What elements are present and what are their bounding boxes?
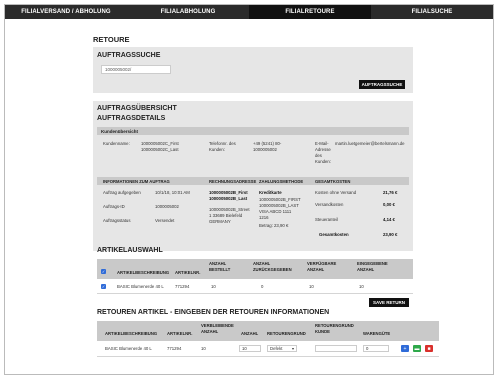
order-search-input[interactable]: 1000005002/ bbox=[101, 65, 171, 74]
trash-icon: ■ bbox=[427, 345, 431, 352]
delete-button[interactable]: ■ bbox=[425, 345, 433, 352]
add-button[interactable]: + bbox=[401, 345, 409, 352]
return-nr: 771294 bbox=[167, 346, 182, 351]
article-row-checkbox[interactable]: ✓ bbox=[101, 284, 106, 289]
return-col-reason: RETOURENGRUND bbox=[267, 331, 306, 336]
return-col-remaining: VERBLEIBENDE ANZAHL bbox=[201, 323, 234, 334]
customer-email-value: martin.luetgemeier@bertelsmann.de bbox=[335, 141, 405, 146]
cost-label-tax: Steueranteil bbox=[315, 217, 338, 222]
customer-name-label: Kundenname: bbox=[103, 141, 130, 146]
cost-label-total: Gesamtkosten bbox=[319, 232, 349, 237]
return-qty-input[interactable]: 10 bbox=[239, 345, 261, 352]
order-status-value: Versendet bbox=[155, 218, 175, 223]
order-status-label: Auftragsstatus bbox=[103, 218, 131, 223]
app-window: FILIALVERSAND / ABHOLUNG FILIALABHOLUNG … bbox=[4, 4, 494, 375]
billing-country: GERMANY bbox=[209, 219, 231, 224]
article-col-description: ARTIKELBESCHREIBUNG bbox=[117, 270, 170, 275]
cost-value-shipping: 0,00 € bbox=[383, 202, 395, 207]
return-desc: BASIC Blumenerde 40 L bbox=[105, 346, 152, 351]
save-return-button[interactable]: SAVE RETURN bbox=[369, 298, 409, 307]
tab-filialversand[interactable]: FILIALVERSAND / ABHOLUNG bbox=[5, 5, 127, 19]
row-divider bbox=[97, 293, 413, 294]
search-heading: AUFTRAGSSUCHE bbox=[97, 52, 161, 59]
customer-phone-label-2: Kunden: bbox=[209, 147, 226, 152]
payment-method: Kreditkarte bbox=[259, 190, 282, 195]
order-placed-value: 10/1/18, 10:01 AM bbox=[155, 190, 190, 195]
customer-reason-input[interactable] bbox=[315, 345, 357, 352]
return-remaining: 10 bbox=[201, 346, 206, 351]
order-search-button[interactable]: AUFTRAGSSUCHE bbox=[359, 80, 405, 89]
article-col-nr: ARTIKELNR. bbox=[175, 270, 201, 275]
page-title: RETOURE bbox=[93, 35, 130, 44]
article-col-entered: EINGEGEBENE ANZAHL bbox=[357, 261, 388, 272]
return-articles-heading: RETOUREN ARTIKEL - EINGEBEN DER RETOUREN… bbox=[97, 309, 330, 316]
return-reason-select[interactable]: Defekt ▾ bbox=[267, 345, 297, 352]
tab-filialabholung[interactable]: FILIALABHOLUNG bbox=[127, 5, 249, 19]
article-col-returned: ANZAHL ZURÜCKGEGEBEN bbox=[253, 261, 292, 272]
quality-input[interactable]: 0 bbox=[363, 345, 389, 352]
customer-overview-bar: Kundenübersicht bbox=[97, 127, 409, 135]
payment-amount: Betrag: 23,90 € bbox=[259, 223, 289, 228]
order-overview-panel: AUFTRAGSÜBERSICHT AUFTRAGSDETAILS Kunden… bbox=[93, 101, 413, 251]
cost-label-subtotal: Kosten ohne Versand bbox=[315, 190, 357, 195]
return-col-description: ARTIKELBESCHREIBUNG bbox=[105, 331, 158, 336]
article-returned: 0 bbox=[261, 284, 264, 289]
customer-email-label-4: Kunden: bbox=[315, 159, 332, 164]
billing-name-last: 1000005002B_Last bbox=[209, 196, 248, 201]
plus-icon: + bbox=[403, 345, 407, 352]
total-cost-header: GESAMTKOSTEN bbox=[315, 178, 351, 184]
article-available: 10 bbox=[309, 284, 314, 289]
overview-heading: AUFTRAGSÜBERSICHT bbox=[97, 105, 177, 112]
article-ordered: 10 bbox=[211, 284, 216, 289]
payment-method-header: ZAHLUNGSMETHODE bbox=[259, 178, 304, 184]
order-placed-label: Auftrag aufgegeben bbox=[103, 190, 141, 195]
return-col-customer-reason: RETOURENGRUND KUNDE bbox=[315, 323, 354, 334]
payment-card-2: 1216 bbox=[259, 215, 269, 220]
customer-phone-value-2: 1000005002 bbox=[253, 147, 277, 152]
search-panel: AUFTRAGSSUCHE 1000005002/ AUFTRAGSSUCHE bbox=[93, 47, 413, 93]
row-divider bbox=[97, 356, 439, 357]
cost-label-shipping: Versandkosten bbox=[315, 202, 344, 207]
order-details-heading: AUFTRAGSDETAILS bbox=[97, 115, 166, 122]
order-info-header-title: INFORMATIONEN ZUM AUFTRAG bbox=[103, 178, 170, 184]
tab-filialretoure[interactable]: FILIALRETOURE bbox=[249, 5, 371, 19]
order-id-label: Auftrags-ID bbox=[103, 204, 125, 209]
select-all-checkbox[interactable]: ✓ bbox=[101, 269, 106, 274]
return-reason-value: Defekt bbox=[270, 346, 283, 351]
cost-value-total: 23,90 € bbox=[383, 232, 398, 237]
customer-name-last: 1000005002C_Last bbox=[141, 147, 179, 152]
comment-button[interactable]: ▬ bbox=[413, 345, 421, 352]
tab-filialsuche[interactable]: FILIALSUCHE bbox=[371, 5, 493, 19]
article-desc: BASIC Blumenerde 40 L bbox=[117, 284, 164, 289]
comment-icon: ▬ bbox=[414, 345, 420, 352]
return-col-quality: WARENGÜTE bbox=[363, 331, 391, 336]
article-col-ordered: ANZAHL BESTELLT bbox=[209, 261, 231, 272]
chevron-down-icon: ▾ bbox=[291, 346, 294, 351]
order-id-value: 1000005002 bbox=[155, 204, 179, 209]
billing-address-header: RECHNUNGSADRESSE bbox=[209, 178, 257, 184]
top-navigation: FILIALVERSAND / ABHOLUNG FILIALABHOLUNG … bbox=[5, 5, 493, 19]
return-col-nr: ARTIKELNR. bbox=[167, 331, 193, 336]
article-col-available: VERFÜGBARE ANZAHL bbox=[307, 261, 337, 272]
cost-value-tax: 4,14 € bbox=[383, 217, 395, 222]
article-selection-heading: ARTIKELAUSWAHL bbox=[97, 247, 163, 254]
article-nr: 771294 bbox=[175, 284, 190, 289]
return-col-qty: ANZAHL bbox=[241, 331, 259, 336]
cost-value-subtotal: 21,76 € bbox=[383, 190, 398, 195]
article-entered: 10 bbox=[359, 284, 364, 289]
